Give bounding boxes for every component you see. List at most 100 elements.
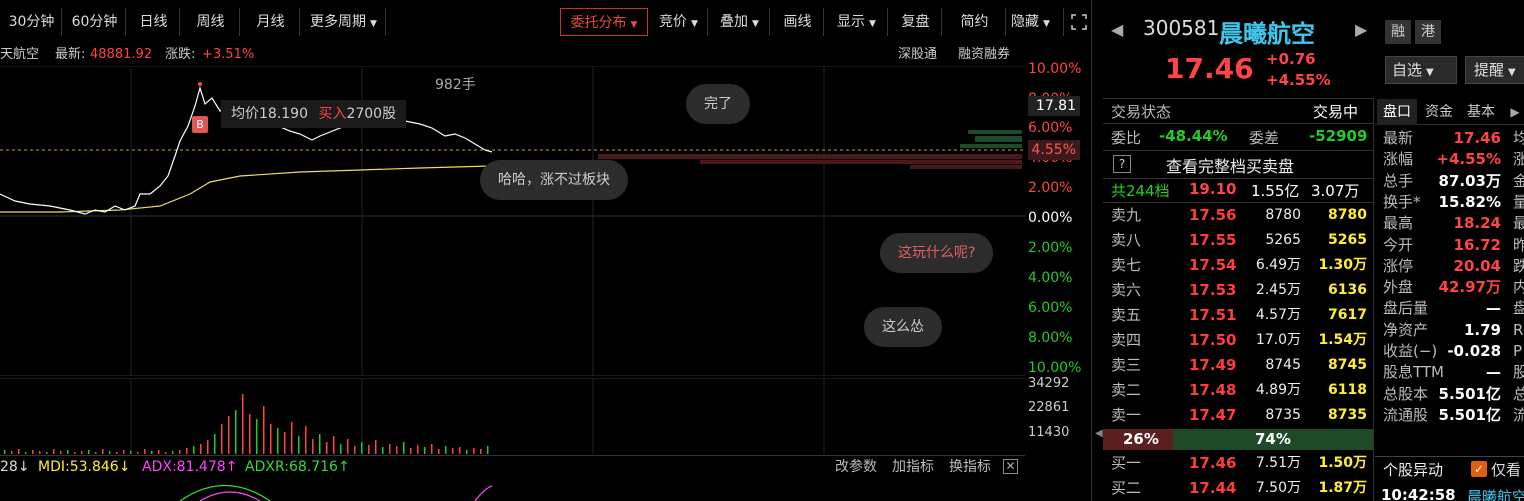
comment-bubble[interactable]: 这么怂 — [864, 307, 942, 347]
more-periods-label: 更多周期 — [310, 14, 367, 30]
more-periods-dropdown[interactable]: 更多周期 ▼ — [302, 8, 386, 36]
next-stock-icon[interactable]: ▶ — [1355, 20, 1367, 39]
sell-level-row[interactable]: 卖六 17.53 2.45万 6136 — [1103, 278, 1373, 303]
stat-row: 涨幅 +4.55% 涨 — [1375, 149, 1524, 170]
sell-level-row[interactable]: 卖一 17.47 8735 8735 — [1103, 403, 1373, 428]
replay-button[interactable]: 复盘 — [890, 8, 942, 36]
level-label: 卖二 — [1111, 381, 1142, 399]
volume-bar — [158, 450, 160, 454]
period-weekly-button[interactable]: 周线 — [182, 8, 240, 36]
overlay-dropdown[interactable]: 叠加 ▼ — [710, 8, 770, 36]
stat-value: 17.46 — [1453, 129, 1501, 147]
margin-tag: 融 — [1385, 20, 1411, 44]
stat-value: 20.04 — [1453, 256, 1501, 275]
auction-dropdown[interactable]: 竞价 ▼ — [650, 8, 708, 36]
stat-value: -0.028 — [1447, 342, 1501, 360]
hide-dropdown[interactable]: 隐藏 ▼ — [1008, 8, 1064, 36]
volume-bar — [480, 449, 482, 454]
fullscreen-icon[interactable] — [1066, 8, 1092, 36]
volume-bar — [207, 440, 209, 454]
stat-row: 总股本 5.501亿总 — [1375, 384, 1524, 405]
volume-bar — [333, 436, 335, 454]
volume-bar — [459, 447, 461, 454]
level-price: 17.51 — [1189, 306, 1237, 324]
remind-dropdown[interactable]: 提醒 ▼ — [1465, 56, 1524, 84]
current-price: 17.46 — [1165, 52, 1254, 85]
stat-value: 15.82% — [1438, 192, 1501, 211]
volume-bar — [368, 445, 370, 454]
sell-level-row[interactable]: 卖八 17.55 5265 5265 — [1103, 228, 1373, 253]
stat-value: 87.03万 — [1438, 171, 1501, 190]
level-price: 17.48 — [1189, 381, 1237, 399]
watchlist-dropdown[interactable]: 自选 ▼ — [1385, 56, 1457, 84]
sell-level-row[interactable]: 卖七 17.54 6.49万 1.30万 — [1103, 253, 1373, 278]
comment-bubble[interactable]: 哈哈，涨不过板块 — [480, 160, 628, 200]
stat-tail-label: 昨 — [1513, 235, 1524, 254]
indicator-chart — [179, 485, 493, 501]
help-icon[interactable]: ? — [1113, 155, 1131, 173]
period-daily-button[interactable]: 日线 — [128, 8, 180, 36]
buy-marker-badge[interactable]: B — [192, 116, 208, 133]
price-change: +0.76 — [1266, 50, 1316, 68]
volume-bar — [270, 424, 272, 454]
sell-level-row[interactable]: 卖九 17.56 8780 8780 — [1103, 203, 1373, 228]
level-price: 17.50 — [1189, 331, 1237, 349]
switch-indicator-button[interactable]: 换指标 — [949, 456, 991, 478]
stat-label: 总手 — [1383, 171, 1414, 190]
buy-level-row[interactable]: 买二 17.44 7.50万 1.87万 — [1103, 476, 1373, 501]
volume-bar — [305, 426, 307, 454]
tab-orderbook[interactable]: 盘口 — [1377, 99, 1417, 125]
volume-bar — [354, 446, 356, 454]
volume-chart[interactable] — [0, 378, 1025, 454]
level-label: 卖六 — [1111, 281, 1142, 299]
comment-bubble[interactable]: 完了 — [686, 84, 750, 124]
checkbox-icon[interactable]: ✓ — [1471, 461, 1487, 477]
latest-value: 48881.92 — [90, 47, 153, 62]
caret-down-icon: ▼ — [370, 19, 377, 29]
alert-stock[interactable]: 晨曦航空 — [1467, 486, 1524, 501]
stock-name: 晨曦航空 — [1219, 20, 1315, 48]
tab-basic[interactable]: 基本 — [1461, 99, 1501, 125]
sell-depth-bar — [700, 160, 1022, 164]
margin-trading-link[interactable]: 融资融券 — [958, 44, 1010, 66]
period-60min-button[interactable]: 60分钟 — [64, 8, 126, 36]
order-distribution-dropdown[interactable]: 委托分布 ▼ — [560, 8, 648, 36]
display-label: 显示 — [837, 14, 866, 30]
close-icon[interactable]: ✕ — [1003, 459, 1018, 474]
full-orderbook-link[interactable]: 查看完整档买卖盘 — [1166, 153, 1294, 177]
edit-params-button[interactable]: 改参数 — [835, 456, 877, 478]
level-label: 卖九 — [1111, 206, 1142, 224]
panel-tabs: 盘口 资金 基本 ▶ — [1375, 99, 1524, 125]
chart-info-bar: 天航空 最新: 48881.92 涨跌: +3.51% 深股通 融资融券 — [0, 44, 1025, 66]
buy-level-row[interactable]: 买一 17.46 7.51万 1.50万 — [1103, 451, 1373, 476]
period-monthly-button[interactable]: 月线 — [242, 8, 300, 36]
stat-value: 1.79 — [1463, 320, 1501, 339]
level-volume: 6.49万 — [1255, 257, 1301, 273]
simple-button[interactable]: 简约 — [944, 8, 1006, 36]
volume-bar — [81, 451, 83, 454]
sell-level-row[interactable]: 卖四 17.50 17.0万 1.54万 — [1103, 328, 1373, 353]
caret-down-icon: ▼ — [630, 20, 638, 30]
add-indicator-button[interactable]: 加指标 — [892, 456, 934, 478]
volume-bar — [473, 448, 475, 454]
volume-bar — [375, 440, 377, 454]
stat-value: — — [1486, 363, 1501, 382]
tab-capital[interactable]: 资金 — [1419, 99, 1459, 125]
buy-depth-bar — [968, 130, 1022, 134]
stat-tail-label: 均 — [1513, 129, 1524, 147]
sell-level-row[interactable]: 卖二 17.48 4.89万 6118 — [1103, 378, 1373, 403]
collapse-handle-icon[interactable]: ◀ — [1095, 428, 1103, 439]
order-ratio-value: -48.44% — [1159, 127, 1228, 145]
comment-bubble[interactable]: 这玩什么呢? — [880, 233, 994, 273]
sell-level-row[interactable]: 卖五 17.51 4.57万 7617 — [1103, 303, 1373, 328]
draw-line-button[interactable]: 画线 — [772, 8, 824, 36]
level-label: 卖七 — [1111, 256, 1142, 274]
hk-connect-link[interactable]: 深股通 — [898, 44, 937, 66]
display-dropdown[interactable]: 显示 ▼ — [826, 8, 888, 36]
period-30min-button[interactable]: 30分钟 — [2, 8, 62, 36]
current-pct-tag: 4.55% — [1028, 140, 1080, 160]
tab-more-icon[interactable]: ▶ — [1505, 99, 1524, 125]
prev-stock-icon[interactable]: ◀ — [1111, 20, 1123, 39]
level-price: 17.54 — [1189, 256, 1237, 274]
sell-level-row[interactable]: 卖三 17.49 8745 8745 — [1103, 353, 1373, 378]
